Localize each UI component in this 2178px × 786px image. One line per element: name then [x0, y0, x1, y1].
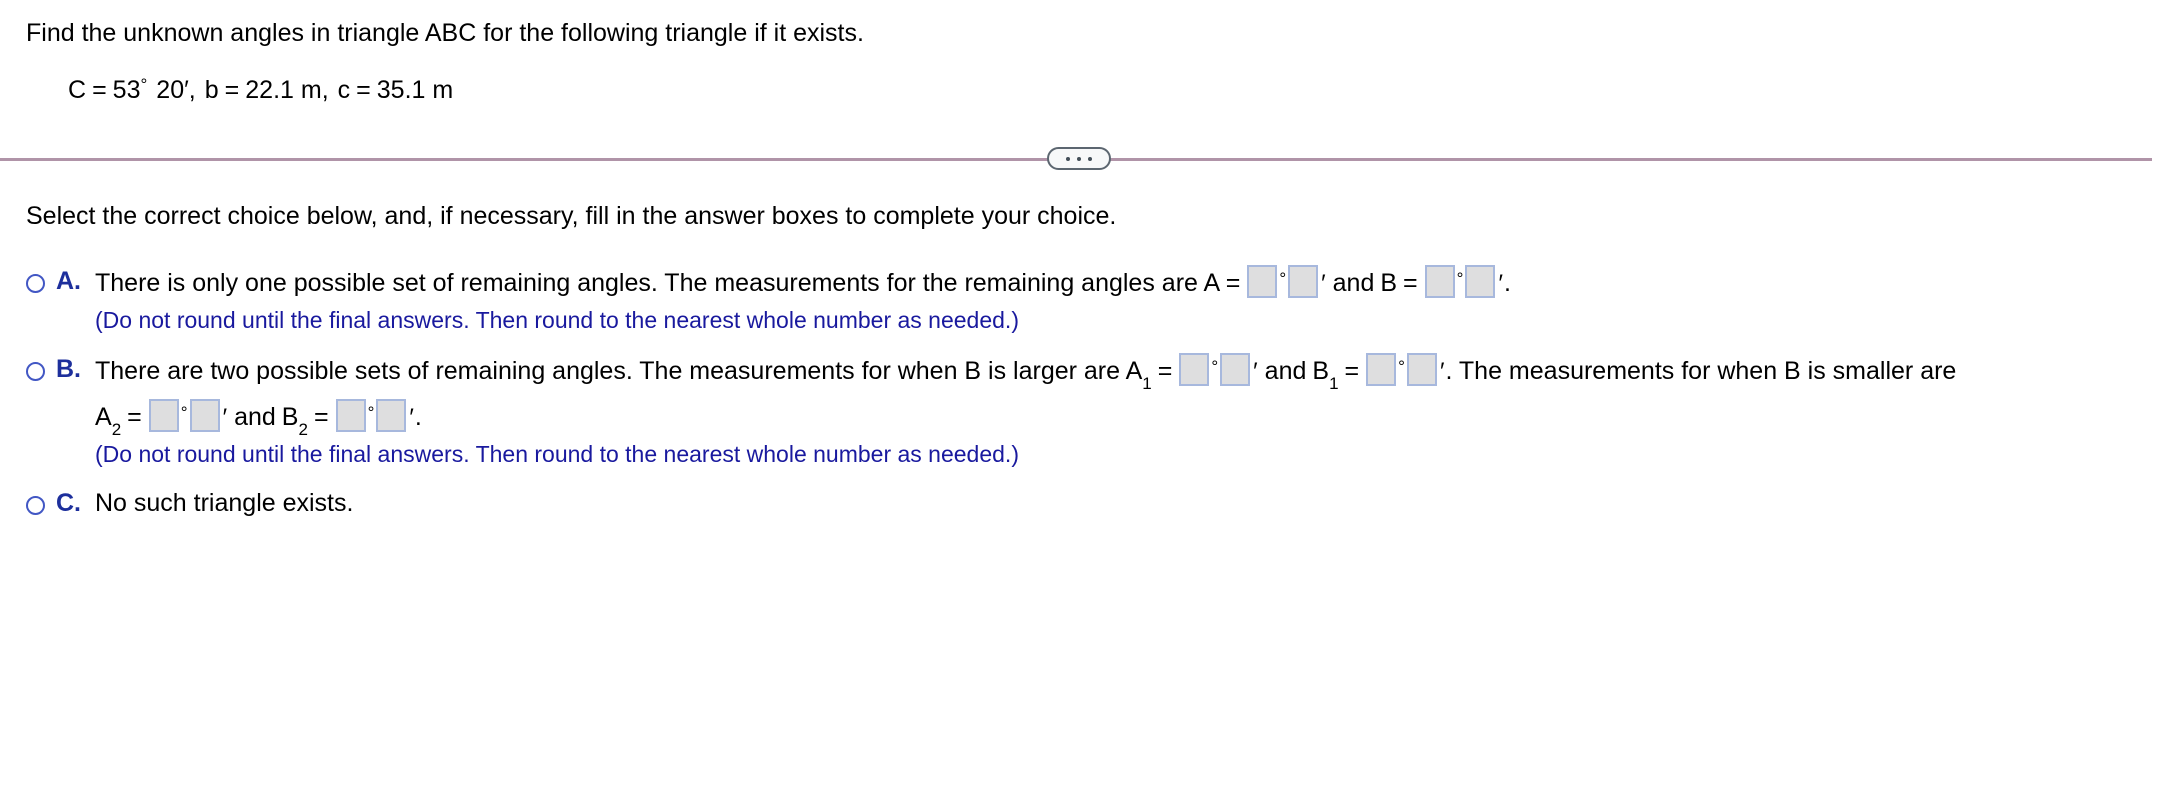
section-divider	[0, 139, 2178, 179]
radio-button-a[interactable]	[26, 274, 45, 293]
choice-a-lead: There is only one possible set of remain…	[95, 269, 1241, 297]
minute-symbol-icon: ′	[1498, 270, 1503, 297]
choice-letter-b[interactable]: B.	[56, 353, 81, 385]
choice-a-text: There is only one possible set of remain…	[95, 265, 2178, 300]
dot-1-icon	[1066, 156, 1070, 161]
answer-box-a-degrees[interactable]	[1247, 265, 1278, 298]
choice-a-equals-b: =	[1403, 269, 1418, 297]
problem-statement: Find the unknown angles in triangle ABC …	[26, 19, 864, 47]
problem-prompt: Find the unknown angles in triangle ABC …	[0, 0, 2178, 105]
answer-box-a1-minutes[interactable]	[1220, 353, 1251, 386]
answer-box-a2-degrees[interactable]	[148, 399, 179, 432]
degree-symbol-icon: °	[1398, 356, 1405, 376]
subscript-1: 1	[1329, 374, 1339, 393]
choice-a-note: (Do not round until the final answers. T…	[95, 307, 1019, 333]
degree-symbol-icon: °	[140, 74, 148, 94]
given-side-b-value: 22.1 m	[245, 76, 322, 104]
answer-box-a2-minutes[interactable]	[189, 399, 220, 432]
choice-b-equals-a2: =	[127, 403, 142, 431]
choice-c-text: No such triangle exists.	[95, 489, 354, 517]
choice-b-period: .	[414, 403, 422, 431]
dot-2-icon	[1077, 156, 1081, 161]
degree-symbol-icon: °	[1456, 268, 1464, 288]
minute-symbol-icon: ′	[1253, 358, 1258, 385]
answer-box-b1-degrees[interactable]	[1366, 353, 1397, 386]
choice-b-text-line2: A2 = ° ′ and B2 = ° ′.	[95, 399, 2178, 438]
subscript-1: 1	[1142, 374, 1152, 393]
choice-option-a[interactable]: A. There is only one possible set of rem…	[0, 265, 2178, 335]
choice-a-and: and	[1332, 269, 1375, 297]
degree-symbol-icon: °	[180, 402, 188, 422]
instruction-text: Select the correct choice below, and, if…	[26, 202, 1117, 230]
choice-a-var-b: B	[1380, 269, 1398, 297]
given-angle-minutes: 20	[156, 76, 185, 104]
choice-b-equals-b1: =	[1344, 357, 1360, 385]
given-angle-degrees: 53	[112, 76, 141, 104]
given-comma-1: ,	[188, 76, 196, 104]
choice-b-note: (Do not round until the final answers. T…	[95, 441, 1019, 467]
choice-b-var-b1: B	[1312, 357, 1330, 385]
choice-a-period: .	[1503, 269, 1511, 297]
choice-option-b[interactable]: B. There are two possible sets of remain…	[0, 353, 2178, 469]
answer-box-b-minutes[interactable]	[1465, 265, 1496, 298]
subscript-2: 2	[111, 420, 122, 439]
answer-box-b2-minutes[interactable]	[376, 399, 407, 432]
choice-list: A. There is only one possible set of rem…	[0, 265, 2178, 519]
choice-b-var-b2: B	[281, 403, 299, 431]
radio-button-b[interactable]	[26, 362, 45, 381]
given-side-c-value: 35.1 m	[376, 76, 454, 104]
minute-symbol-icon: ′	[409, 404, 414, 431]
degree-symbol-icon: °	[367, 402, 375, 422]
subscript-2: 2	[298, 420, 308, 439]
given-angle-label: C	[68, 76, 87, 104]
given-equals-2: =	[224, 76, 240, 104]
choice-letter-c[interactable]: C.	[56, 487, 81, 519]
dot-3-icon	[1088, 156, 1092, 161]
choice-b-var-a2: A	[95, 403, 112, 431]
degree-symbol-icon: °	[1211, 356, 1219, 376]
given-values: C = 53° 20′, b = 22.1 m, c = 35.1 m	[68, 75, 2178, 105]
choice-letter-a[interactable]: A.	[56, 265, 81, 297]
given-comma-2: ,	[321, 76, 329, 104]
given-side-b-label: b	[204, 76, 219, 104]
choice-b-equals-a1: =	[1157, 357, 1173, 385]
answer-box-b1-minutes[interactable]	[1406, 353, 1437, 386]
choice-b-and-2: and	[234, 403, 276, 431]
answer-box-b-degrees[interactable]	[1424, 265, 1455, 298]
ellipsis-icon[interactable]	[1047, 147, 1111, 170]
answer-box-a-minutes[interactable]	[1288, 265, 1319, 298]
choice-b-lead: There are two possible sets of remaining…	[95, 357, 1143, 385]
degree-symbol-icon: °	[1279, 268, 1287, 288]
minute-symbol-icon: ′	[1321, 270, 1326, 297]
answer-box-a1-degrees[interactable]	[1179, 353, 1210, 386]
choice-b-line1-tail: . The measurements for when B is smaller…	[1445, 357, 1957, 385]
minute-symbol-icon: ′	[222, 404, 228, 431]
choice-b-and-1: and	[1264, 357, 1307, 385]
given-equals-1: =	[92, 76, 107, 104]
choice-b-text-line1: There are two possible sets of remaining…	[95, 353, 2178, 392]
given-equals-3: =	[356, 76, 371, 104]
answer-box-b2-degrees[interactable]	[335, 399, 366, 432]
minute-symbol-icon: ′	[1439, 358, 1445, 385]
given-side-c-label: c	[337, 76, 351, 104]
choice-body-c: No such triangle exists.	[95, 487, 2178, 519]
radio-button-c[interactable]	[26, 496, 45, 515]
choice-body-a: There is only one possible set of remain…	[95, 265, 2178, 335]
choice-b-equals-b2: =	[313, 403, 329, 431]
choice-body-b: There are two possible sets of remaining…	[95, 353, 2178, 469]
choice-option-c[interactable]: C. No such triangle exists.	[0, 487, 2178, 519]
